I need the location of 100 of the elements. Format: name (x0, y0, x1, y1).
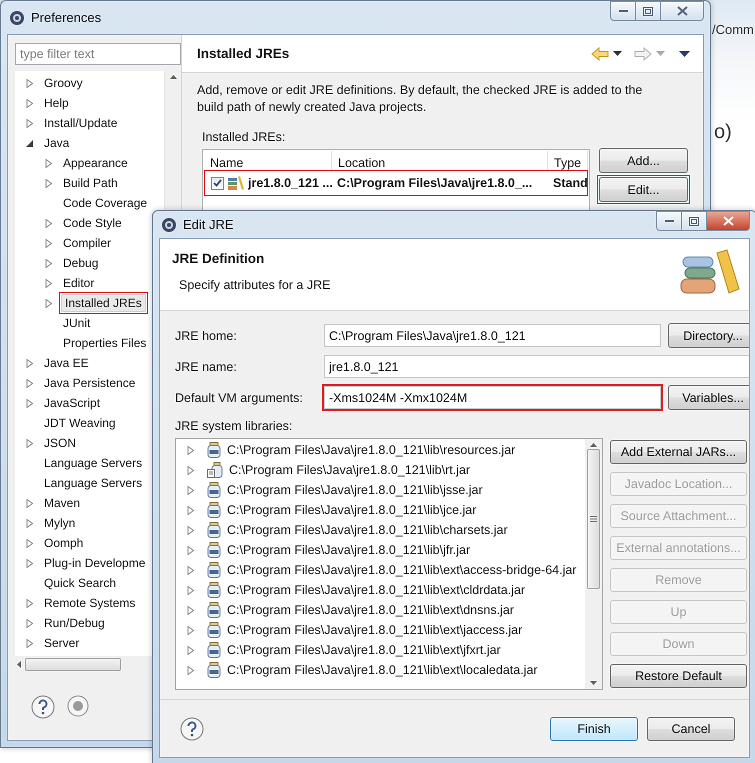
record-icon[interactable] (67, 695, 89, 717)
tree-item[interactable]: Installed JREs (61, 294, 146, 312)
collapsed-triangle-icon[interactable] (25, 558, 34, 568)
library-item[interactable]: C:\Program Files\Java\jre1.8.0_121\lib\resources.jar (227, 443, 516, 457)
text-field[interactable]: -Xms1024M -Xmx1024M (322, 384, 663, 411)
tree-item[interactable]: Maven (40, 494, 84, 512)
collapsed-triangle-icon[interactable] (44, 238, 53, 248)
collapsed-triangle-icon[interactable] (186, 466, 195, 474)
library-item[interactable]: C:\Program Files\Java\jre1.8.0_121\lib\ext\jfxrt.jar (227, 643, 501, 657)
maximize-button[interactable] (635, 1, 661, 21)
column-header[interactable]: Location (332, 151, 548, 170)
tree-item[interactable]: Oomph (40, 534, 88, 552)
side-button[interactable]: Add... (599, 148, 688, 173)
tree-item[interactable]: Help (40, 94, 73, 112)
tree-item[interactable]: Java Persistence (40, 374, 140, 392)
library-item[interactable]: C:\Program Files\Java\jre1.8.0_121\lib\charsets.jar (227, 523, 508, 537)
collapsed-triangle-icon[interactable] (186, 666, 195, 674)
collapsed-triangle-icon[interactable] (186, 566, 195, 574)
collapsed-triangle-icon[interactable] (186, 486, 195, 494)
collapsed-triangle-icon[interactable] (25, 358, 34, 368)
tree-item[interactable]: JUnit (59, 314, 94, 332)
text-field[interactable]: C:\Program Files\Java\jre1.8.0_121 (322, 322, 663, 349)
dropdown-icon[interactable] (613, 51, 622, 56)
library-button[interactable]: Restore Default (610, 664, 747, 688)
library-button[interactable]: Add External JARs... (610, 440, 747, 464)
filter-field[interactable]: type filter text (15, 43, 181, 65)
tree-item[interactable]: JavaScript (40, 394, 104, 412)
tree-item[interactable]: Remote Systems (40, 594, 140, 612)
collapsed-triangle-icon[interactable] (25, 98, 34, 108)
collapsed-triangle-icon[interactable] (25, 498, 34, 508)
close-button[interactable] (706, 211, 750, 231)
tree-item[interactable]: Editor (59, 274, 98, 292)
close-button[interactable] (660, 1, 704, 21)
tree-item[interactable]: Java EE (40, 354, 93, 372)
tree-item[interactable]: Server (40, 634, 84, 652)
side-button[interactable]: Edit... (599, 177, 688, 202)
tree-item[interactable]: Language Servers (40, 454, 146, 472)
library-item[interactable]: C:\Program Files\Java\jre1.8.0_121\lib\jce.jar (227, 503, 476, 517)
collapsed-triangle-icon[interactable] (25, 518, 34, 528)
dialog-button[interactable]: Cancel (647, 716, 735, 740)
checkbox[interactable] (211, 176, 224, 190)
scroll-left-icon[interactable] (17, 661, 21, 668)
tree-item[interactable]: Language Servers (40, 474, 146, 492)
collapsed-triangle-icon[interactable] (186, 626, 195, 634)
collapsed-triangle-icon[interactable] (44, 298, 53, 308)
tree-item[interactable]: Build Path (59, 174, 122, 192)
help-icon[interactable] (31, 695, 55, 719)
collapsed-triangle-icon[interactable] (186, 606, 195, 614)
collapsed-triangle-icon[interactable] (186, 586, 195, 594)
tree-item[interactable]: JDT Weaving (40, 414, 120, 432)
menu-icon[interactable] (679, 50, 690, 56)
tree-item[interactable]: Quick Search (40, 574, 120, 592)
collapsed-triangle-icon[interactable] (25, 78, 34, 88)
tree-item[interactable]: Properties Files (59, 334, 150, 352)
table-row[interactable]: jre1.8.0_121 ... C:\Program Files\Java\jre1.8.0_... Stand (204, 170, 588, 196)
collapsed-triangle-icon[interactable] (25, 618, 34, 628)
library-item[interactable]: C:\Program Files\Java\jre1.8.0_121\lib\jfr.jar (227, 543, 470, 557)
library-item[interactable]: C:\Program Files\Java\jre1.8.0_121\lib\ext\jaccess.jar (227, 623, 522, 637)
minimize-button[interactable] (656, 211, 682, 231)
tree-item[interactable]: Plug-in Developme (40, 554, 150, 572)
library-item[interactable]: C:\Program Files\Java\jre1.8.0_121\lib\rt.jar (229, 463, 470, 477)
column-header[interactable]: Name (204, 151, 332, 170)
library-item[interactable]: C:\Program Files\Java\jre1.8.0_121\lib\ext\cldrdata.jar (227, 583, 526, 597)
tree-item[interactable]: Code Style (59, 214, 126, 232)
tree-item[interactable]: Mylyn (40, 514, 80, 532)
collapsed-triangle-icon[interactable] (186, 526, 195, 534)
collapsed-triangle-icon[interactable] (186, 546, 195, 554)
collapsed-triangle-icon[interactable] (25, 638, 34, 648)
tree-item[interactable]: Appearance (59, 154, 132, 172)
forward-arrow-icon[interactable] (634, 46, 652, 60)
collapsed-triangle-icon[interactable] (44, 158, 53, 168)
minimize-button[interactable] (610, 1, 636, 21)
tree-item[interactable]: JSON (40, 434, 80, 452)
collapsed-triangle-icon[interactable] (186, 506, 195, 514)
text-field[interactable]: jre1.8.0_121 (322, 353, 749, 380)
collapsed-triangle-icon[interactable] (25, 438, 34, 448)
collapsed-triangle-icon[interactable] (44, 278, 53, 288)
collapsed-triangle-icon[interactable] (25, 398, 34, 408)
collapsed-triangle-icon[interactable] (25, 598, 34, 608)
field-button[interactable]: Variables... (668, 385, 749, 410)
dialog-button[interactable]: Finish (550, 716, 638, 740)
scroll-up-icon[interactable] (590, 443, 597, 447)
field-button[interactable]: Directory... (668, 323, 749, 348)
collapsed-triangle-icon[interactable] (186, 646, 195, 654)
collapsed-triangle-icon[interactable] (25, 378, 34, 388)
scrollbar-thumb[interactable] (25, 658, 121, 671)
collapsed-triangle-icon[interactable] (44, 258, 53, 268)
scroll-up-icon[interactable] (170, 75, 176, 79)
collapsed-triangle-icon[interactable] (186, 446, 195, 454)
scroll-down-icon[interactable] (590, 681, 597, 685)
tree-item[interactable]: Compiler (59, 234, 116, 252)
column-header[interactable]: Type (548, 151, 588, 170)
tree-item[interactable]: Debug (59, 254, 102, 272)
library-item[interactable]: C:\Program Files\Java\jre1.8.0_121\lib\ext\localedata.jar (227, 663, 538, 677)
help-icon[interactable] (180, 716, 204, 740)
expanded-triangle-icon[interactable] (25, 138, 34, 148)
library-item[interactable]: C:\Program Files\Java\jre1.8.0_121\lib\jsse.jar (227, 483, 483, 497)
collapsed-triangle-icon[interactable] (44, 218, 53, 228)
scrollbar-thumb[interactable] (587, 449, 600, 589)
collapsed-triangle-icon[interactable] (25, 118, 34, 128)
